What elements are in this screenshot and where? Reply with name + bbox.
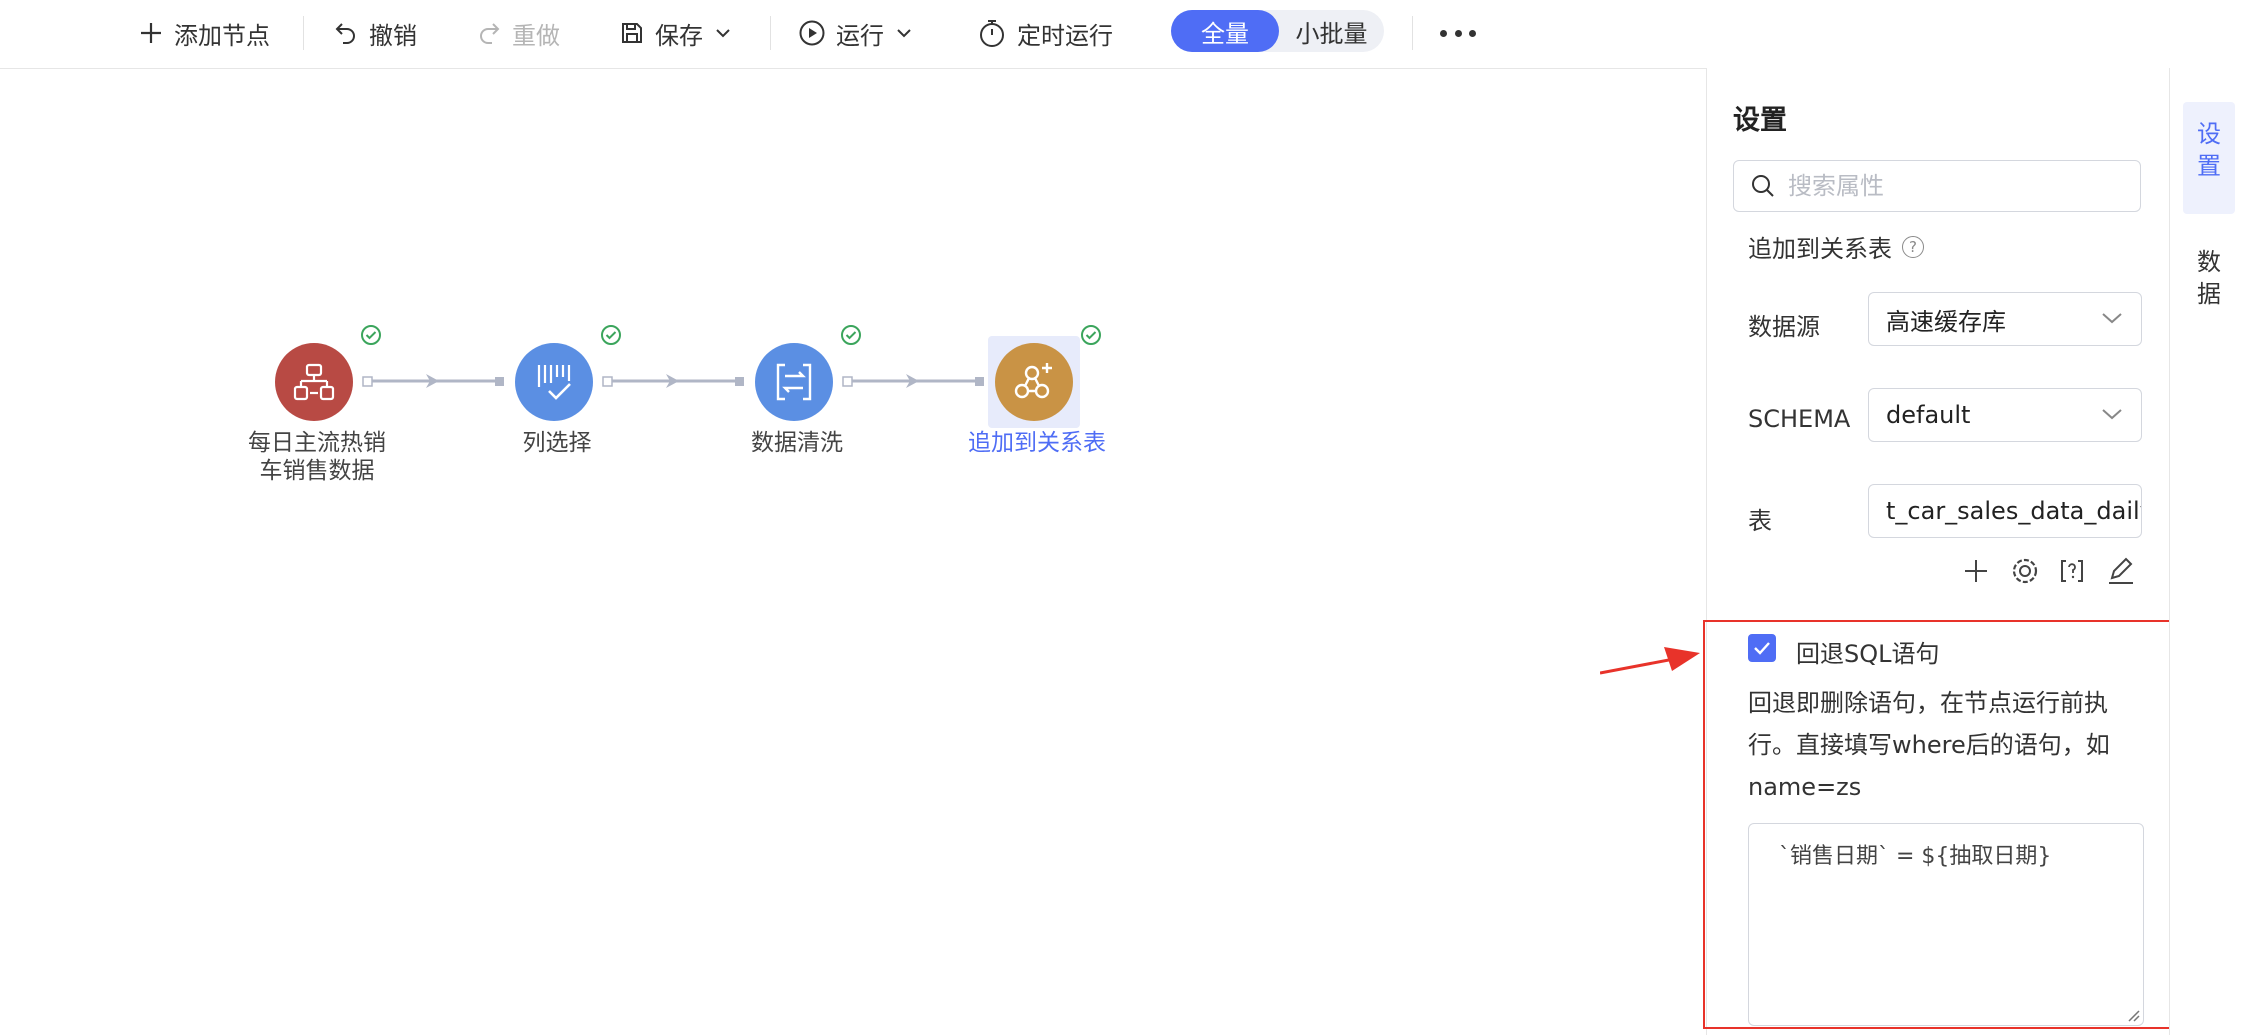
connector-1-2 bbox=[362, 374, 504, 388]
rollback-sql-textarea[interactable]: `销售日期` = ${抽取日期} bbox=[1748, 823, 2144, 1026]
toolbar-divider bbox=[1412, 16, 1413, 50]
table-label: 表 bbox=[1748, 507, 1772, 535]
more-icon[interactable] bbox=[1440, 20, 1476, 46]
schema-label: SCHEMA bbox=[1748, 405, 1851, 433]
check-icon bbox=[1754, 642, 1770, 655]
rollback-description-line: 行。直接填写where后的语句，如 bbox=[1748, 731, 2110, 759]
status-ok-icon bbox=[601, 325, 621, 345]
section-title-text: 追加到关系表 bbox=[1748, 235, 1892, 263]
rollback-label: 回退SQL语句 bbox=[1796, 640, 1940, 668]
chevron-down-icon bbox=[2102, 409, 2122, 420]
table-value: t_car_sales_data_daily bbox=[1886, 497, 2142, 525]
data-clean-icon bbox=[776, 363, 812, 401]
node-data-clean[interactable] bbox=[755, 343, 833, 421]
schema-value: default bbox=[1886, 401, 1971, 429]
datasource-value: 高速缓存库 bbox=[1886, 307, 2006, 336]
connector-2-3 bbox=[602, 374, 744, 388]
panel-title: 设置 bbox=[1733, 105, 1787, 136]
resize-grip-icon[interactable] bbox=[2126, 1008, 2140, 1022]
append-table-icon bbox=[1014, 363, 1052, 399]
tab-settings-label: 设置 bbox=[2197, 120, 2221, 180]
section-title: 追加到关系表 ? bbox=[1748, 229, 1924, 264]
rollback-description-line: 回退即删除语句，在节点运行前执 bbox=[1748, 689, 2108, 717]
settings-gear-icon[interactable] bbox=[2010, 556, 2040, 586]
status-ok-icon bbox=[361, 325, 381, 345]
connector-3-4 bbox=[842, 374, 984, 388]
status-ok-icon bbox=[1081, 325, 1101, 345]
tab-data[interactable]: 数据 bbox=[2183, 246, 2235, 326]
column-select-icon bbox=[537, 365, 571, 400]
property-search[interactable] bbox=[1733, 160, 2141, 212]
node-source[interactable] bbox=[275, 343, 353, 421]
mode-batch-option[interactable]: 小批量 bbox=[1279, 10, 1384, 52]
node-label-line: 车销售数据 bbox=[259, 458, 375, 484]
node-label-line: 每日主流热销 bbox=[248, 430, 386, 456]
rollback-description-line: name=zs bbox=[1748, 773, 1862, 801]
node-column-select[interactable] bbox=[515, 343, 593, 421]
chevron-down-icon bbox=[2102, 313, 2122, 324]
node-data-clean-label: 数据清洗 bbox=[751, 430, 843, 456]
database-icon bbox=[293, 363, 335, 401]
node-append-table[interactable] bbox=[995, 343, 1073, 421]
table-input[interactable]: t_car_sales_data_daily bbox=[1868, 484, 2142, 538]
add-table-icon[interactable] bbox=[1962, 556, 1990, 586]
node-source-label: 每日主流热销 车销售数据 bbox=[237, 429, 397, 485]
right-sidebar: 设置 数据 bbox=[2169, 68, 2245, 1035]
help-icon[interactable]: ? bbox=[1902, 235, 1924, 258]
annotation-arrow bbox=[1600, 647, 1700, 675]
search-input[interactable] bbox=[1786, 171, 2120, 201]
node-append-table-label: 追加到关系表 bbox=[968, 430, 1106, 456]
node-column-select-label: 列选择 bbox=[522, 430, 592, 456]
datasource-select[interactable]: 高速缓存库 bbox=[1868, 292, 2142, 346]
help-bracket-icon[interactable] bbox=[2058, 556, 2086, 586]
tab-settings[interactable]: 设置 bbox=[2183, 102, 2235, 214]
tab-data-label: 数据 bbox=[2197, 248, 2221, 308]
rollback-description: 回退即删除语句，在节点运行前执 行。直接填写where后的语句，如 name=z… bbox=[1748, 682, 2128, 808]
rollback-sql-value: `销售日期` = ${抽取日期} bbox=[1779, 844, 2052, 869]
schema-select[interactable]: default bbox=[1868, 388, 2142, 442]
run-mode-toggle: 全量 小批量 bbox=[1171, 10, 1384, 52]
status-ok-icon bbox=[841, 325, 861, 345]
datasource-label: 数据源 bbox=[1748, 313, 1820, 341]
edit-pen-icon[interactable] bbox=[2106, 556, 2136, 586]
rollback-checkbox[interactable] bbox=[1748, 634, 1776, 662]
search-icon bbox=[1752, 175, 1774, 197]
